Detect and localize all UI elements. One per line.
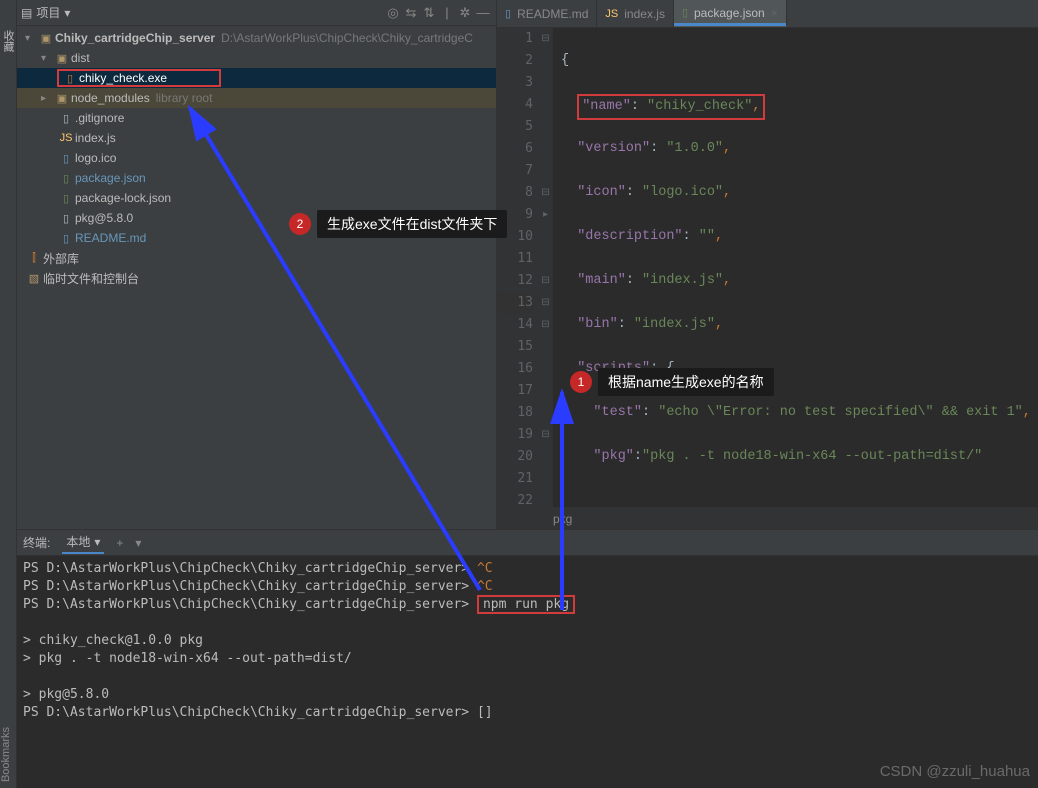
collapse-icon[interactable]: ⇆	[402, 5, 420, 21]
tree-package[interactable]: ▯package.json	[17, 168, 496, 188]
tree-root[interactable]: ▾▣ Chiky_cartridgeChip_server D:\AstarWo…	[17, 28, 496, 48]
tree-node-modules[interactable]: ▸▣ node_modules library root	[17, 88, 496, 108]
code-editor[interactable]: 12345678910111213141516171819202122 ⊟⊟▸⊟…	[497, 28, 1038, 507]
project-tool-header: ▤ 项目 ▾ ◎ ⇆ ⇅ | ✲ —	[17, 0, 496, 26]
terminal-label: 终端:	[23, 534, 50, 551]
json-icon: ▯	[57, 192, 75, 205]
fold-gutter[interactable]: ⊟⊟▸⊟⊟⊟⊟	[539, 28, 553, 507]
chevron-down-icon[interactable]: ▾	[94, 535, 100, 549]
annotation-bubble: 1	[570, 371, 592, 393]
tab-index[interactable]: JSindex.js	[597, 0, 674, 27]
terminal-command: npm run pkg	[477, 595, 575, 614]
left-rail-tab[interactable]: 收藏	[0, 0, 16, 52]
annotation-text: 生成exe文件在dist文件夹下	[317, 210, 507, 238]
terminal-output: > chiky_check@1.0.0 pkg	[23, 632, 1032, 650]
editor-tabs: ▯README.md JSindex.js ▯package.json×	[497, 0, 1038, 28]
project-header-label[interactable]: 项目	[36, 4, 60, 21]
lib-icon: ⫿	[25, 252, 43, 265]
chevron-down-icon[interactable]: ▾	[64, 6, 70, 20]
tab-readme[interactable]: ▯README.md	[497, 0, 597, 27]
md-icon: ▯	[57, 232, 75, 245]
tree-indexjs[interactable]: JSindex.js	[17, 128, 496, 148]
tree-logo[interactable]: ▯logo.ico	[17, 148, 496, 168]
scratch-icon: ▧	[25, 272, 43, 285]
expand-icon[interactable]: ⇅	[420, 5, 438, 21]
tree-scratch[interactable]: ▧临时文件和控制台	[17, 268, 496, 288]
terminal-add-tab[interactable]: +	[116, 536, 123, 550]
project-tool-window: ▤ 项目 ▾ ◎ ⇆ ⇅ | ✲ — ▾▣ Chiky_cartridgeChi…	[17, 0, 497, 529]
terminal-cursor: []	[477, 705, 493, 720]
bookmarks-tab[interactable]: Bookmarks	[0, 727, 12, 782]
annotation-text: 根据name生成exe的名称	[598, 368, 774, 396]
watermark: CSDN @zzuli_huahua	[880, 763, 1030, 780]
md-icon: ▯	[505, 7, 511, 20]
tree-gitignore[interactable]: ▯.gitignore	[17, 108, 496, 128]
exe-icon: ▯	[61, 72, 79, 85]
tree-dist[interactable]: ▾▣ dist	[17, 48, 496, 68]
annotation-1: 1 根据name生成exe的名称	[570, 368, 774, 396]
terminal-output: > pkg@5.8.0	[23, 686, 1032, 704]
js-icon: JS	[605, 8, 618, 20]
gear-icon[interactable]: ✲	[456, 5, 474, 21]
terminal-header: 终端: 本地▾ + ▾	[17, 530, 1038, 556]
json-icon: ▯	[57, 172, 75, 185]
chevron-down-icon[interactable]: ▾	[135, 536, 141, 550]
folder-icon: ▣	[37, 32, 55, 45]
close-icon[interactable]: ×	[771, 6, 778, 20]
tree-exe[interactable]: ▯ chiky_check.exe	[17, 68, 496, 88]
folder-icon: ▣	[53, 92, 71, 105]
folder-icon: ▣	[53, 52, 71, 65]
tree-external-lib[interactable]: ⫿外部库	[17, 248, 496, 268]
annotation-bubble: 2	[289, 213, 311, 235]
json-icon: ▯	[682, 6, 688, 19]
tab-package[interactable]: ▯package.json×	[674, 0, 787, 27]
terminal-body[interactable]: PS D:\AstarWorkPlus\ChipCheck\Chiky_cart…	[17, 556, 1038, 788]
divider-icon: |	[438, 5, 456, 20]
project-icon: ▤	[21, 6, 32, 20]
tree-package-lock[interactable]: ▯package-lock.json	[17, 188, 496, 208]
file-icon: ▯	[57, 112, 75, 125]
target-icon[interactable]: ◎	[384, 5, 402, 21]
line-gutter: 12345678910111213141516171819202122	[497, 28, 539, 507]
editor-breadcrumb[interactable]: pkg	[497, 507, 1038, 529]
project-tree[interactable]: ▾▣ Chiky_cartridgeChip_server D:\AstarWo…	[17, 26, 496, 529]
terminal-output: > pkg . -t node18-win-x64 --out-path=dis…	[23, 650, 1032, 668]
annotation-2: 2 生成exe文件在dist文件夹下	[289, 210, 507, 238]
js-icon: JS	[57, 132, 75, 144]
ico-icon: ▯	[57, 152, 75, 165]
hide-icon[interactable]: —	[474, 5, 492, 20]
terminal-tab-local[interactable]: 本地▾	[62, 531, 104, 554]
pkg-icon: ▯	[57, 212, 75, 225]
